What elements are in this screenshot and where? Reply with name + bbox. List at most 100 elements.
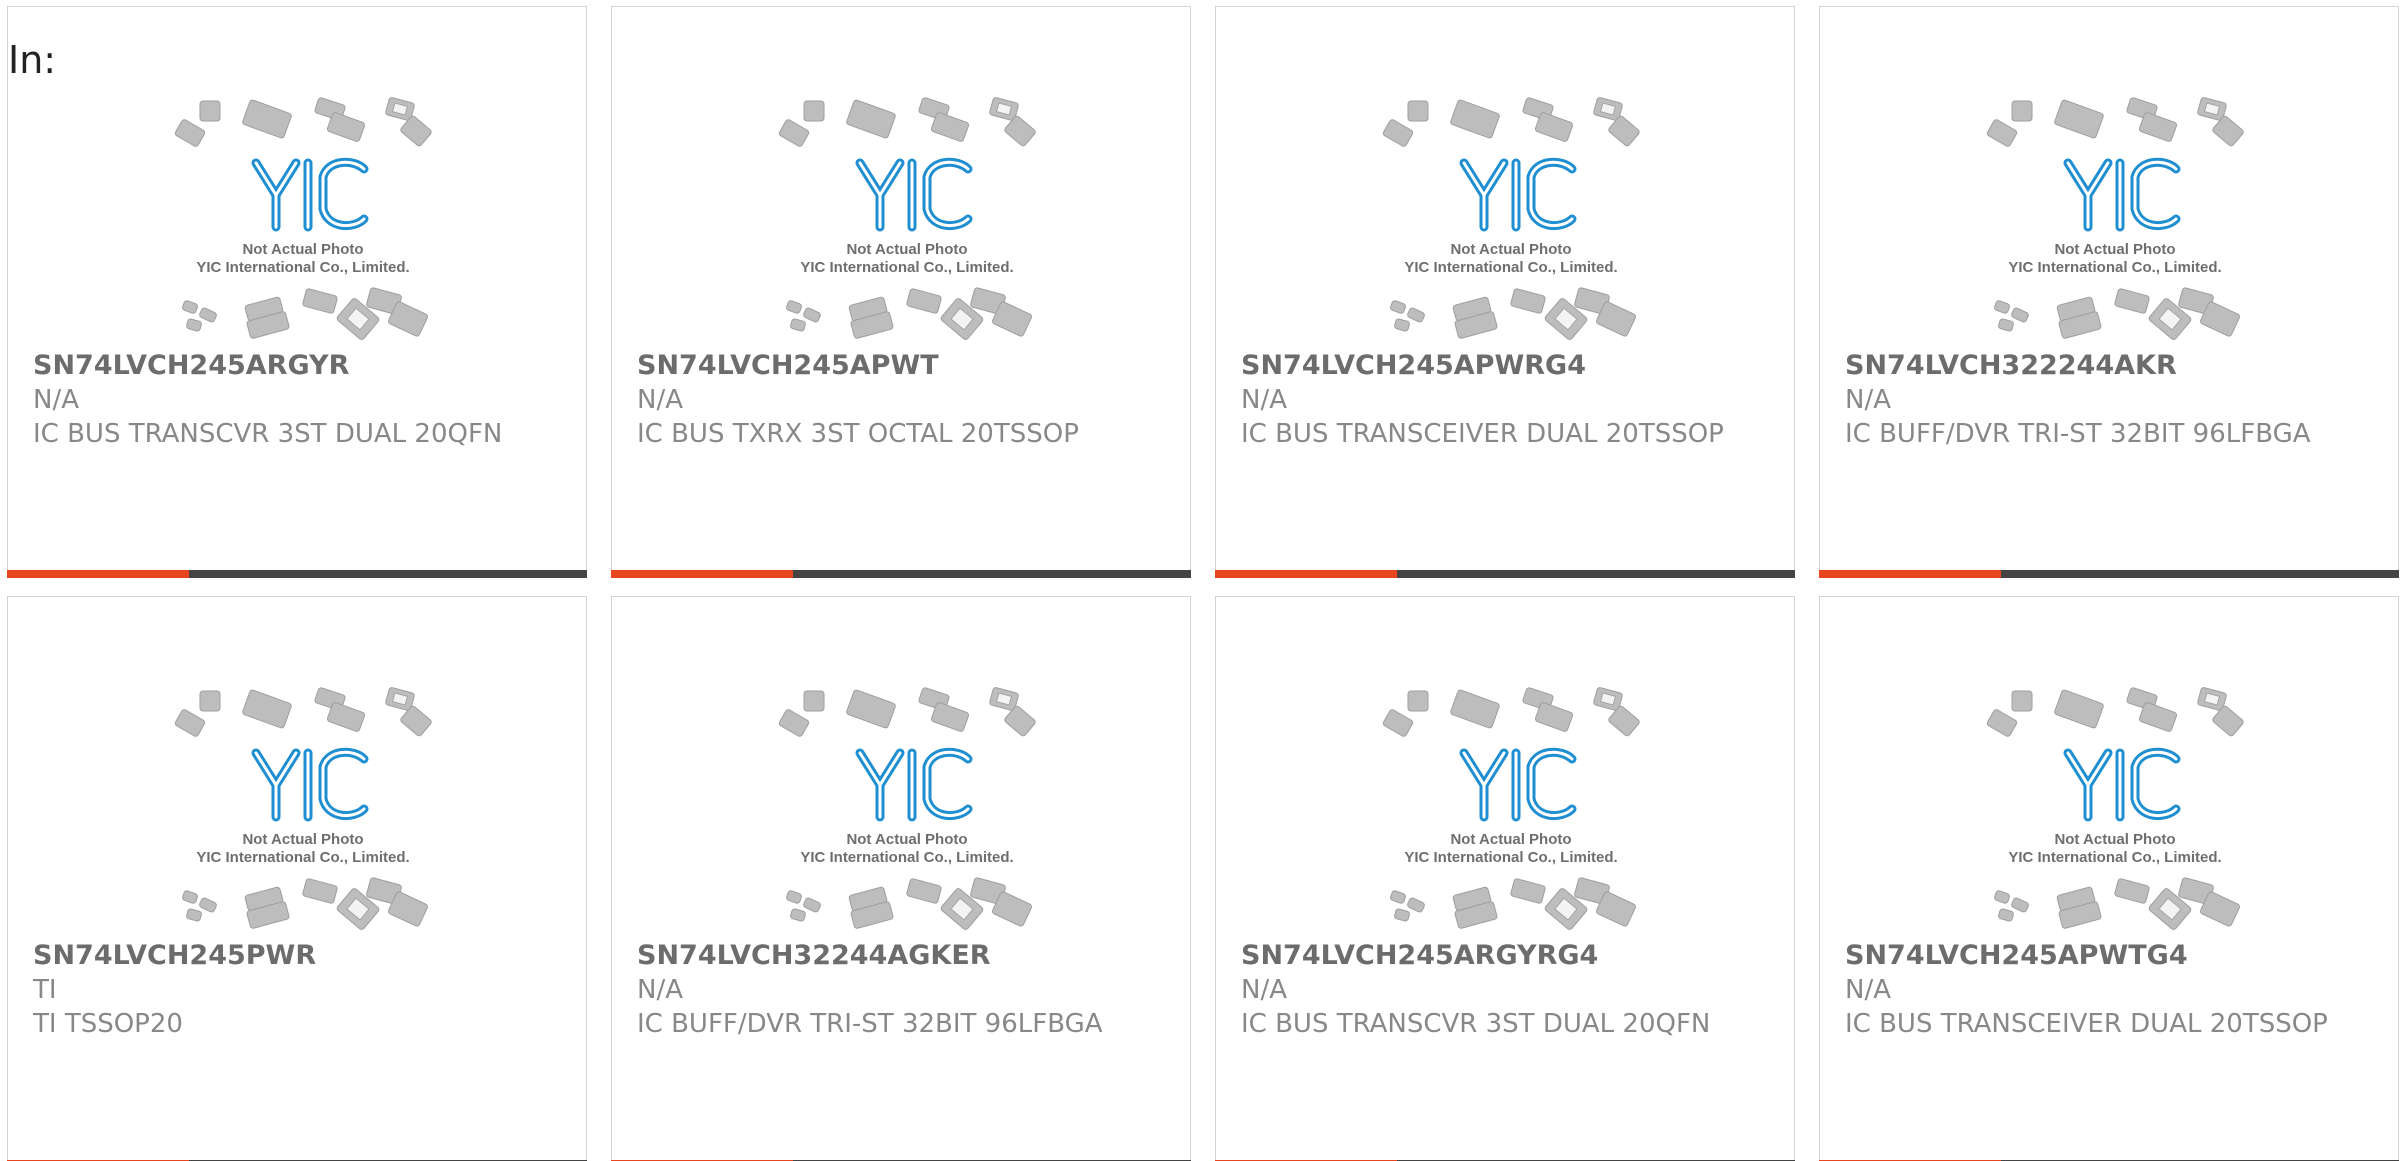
product-info: SN74LVCH245APWT N/A IC BUS TXRX 3ST OCTA… [637,349,1157,451]
chip-packages-top [1986,687,2244,737]
product-card[interactable]: Not Actual Photo YIC International Co., L… [1819,6,2399,578]
card-accent-bar [1215,570,1397,578]
product-thumbnail[interactable]: Not Actual Photo YIC International Co., L… [168,687,438,932]
product-card[interactable]: Not Actual Photo YIC International Co., L… [1215,6,1795,578]
yic-logo-icon [1459,747,1577,822]
yic-placeholder-image: Not Actual PhotoYIC International Co., L… [1382,687,1640,930]
description: IC BUS TRANSCVR 3ST DUAL 20QFN [1241,1009,1711,1039]
description: TI TSSOP20 [33,1009,183,1039]
description: IC BUS TXRX 3ST OCTAL 20TSSOP [637,419,1079,449]
chip-packages-bottom [786,877,1032,930]
product-card[interactable]: Not Actual Photo YIC International Co., L… [7,6,587,578]
description: IC BUS TRANSCVR 3ST DUAL 20QFN [33,419,503,449]
yic-logo-icon [251,157,369,232]
card-accent-bar [611,570,793,578]
yic-logo-icon [2063,747,2181,822]
caption-line-1: Not Actual Photo [242,831,363,848]
chip-packages-bottom [1390,287,1636,340]
product-card[interactable]: Not Actual Photo YIC International Co., L… [7,596,587,1161]
product-thumbnail[interactable]: Not Actual Photo YIC International Co., L… [772,97,1042,342]
yic-placeholder-image: Not Actual PhotoYIC International Co., L… [174,97,432,340]
caption-line-2: YIC International Co., Limited. [800,259,1013,276]
chip-packages-bottom [182,877,428,930]
manufacturer: N/A [1845,385,1891,415]
product-thumbnail[interactable]: Not Actual Photo YIC International Co., L… [1376,97,1646,342]
chip-packages-top [1986,97,2244,147]
caption-line-1: Not Actual Photo [846,241,967,258]
caption-line-2: YIC International Co., Limited. [2008,849,2221,866]
caption-line-1: Not Actual Photo [2054,831,2175,848]
chip-packages-top [778,687,1036,737]
description: IC BUFF/DVR TRI-ST 32BIT 96LFBGA [1845,419,2311,449]
caption-line-2: YIC International Co., Limited. [196,259,409,276]
part-number-link[interactable]: SN74LVCH245PWR [33,939,553,973]
product-thumbnail[interactable]: Not Actual Photo YIC International Co., L… [772,687,1042,932]
caption-line-1: Not Actual Photo [1450,241,1571,258]
yic-placeholder-image: Not Actual PhotoYIC International Co., L… [174,687,432,930]
product-card[interactable]: Not Actual Photo YIC International Co., L… [611,6,1191,578]
chip-packages-bottom [1994,287,2240,340]
product-info: SN74LVCH245PWR TI TI TSSOP20 [33,939,553,1041]
manufacturer: N/A [637,385,683,415]
card-bottom-bar [611,570,1191,578]
part-number-link[interactable]: SN74LVCH245ARGYRG4 [1241,939,1761,973]
product-info: SN74LVCH322244AKR N/A IC BUFF/DVR TRI-ST… [1845,349,2365,451]
chip-packages-bottom [786,287,1032,340]
product-card[interactable]: Not Actual Photo YIC International Co., L… [1819,596,2399,1161]
description: IC BUS TRANSCEIVER DUAL 20TSSOP [1241,419,1724,449]
yic-placeholder-image: Not Actual PhotoYIC International Co., L… [1382,97,1640,340]
caption-line-1: Not Actual Photo [2054,241,2175,258]
part-number-link[interactable]: SN74LVCH245APWT [637,349,1157,383]
yic-logo-icon [855,157,973,232]
part-number-link[interactable]: SN74LVCH245ARGYR [33,349,553,383]
yic-placeholder-image: Not Actual PhotoYIC International Co., L… [1986,687,2244,930]
chip-packages-bottom [1390,877,1636,930]
product-info: SN74LVCH245APWTG4 N/A IC BUS TRANSCEIVER… [1845,939,2365,1041]
chip-packages-top [174,687,432,737]
caption-line-1: Not Actual Photo [1450,831,1571,848]
yic-logo-icon [251,747,369,822]
yic-logo-icon [2063,157,2181,232]
product-thumbnail[interactable]: Not Actual Photo YIC International Co., L… [1980,97,2250,342]
description: IC BUFF/DVR TRI-ST 32BIT 96LFBGA [637,1009,1103,1039]
product-info: SN74LVCH245ARGYRG4 N/A IC BUS TRANSCVR 3… [1241,939,1761,1041]
yic-placeholder-image: Not Actual PhotoYIC International Co., L… [778,687,1036,930]
manufacturer: TI [33,975,57,1005]
yic-placeholder-image: Not Actual PhotoYIC International Co., L… [1986,97,2244,340]
yic-logo-icon [855,747,973,822]
product-card[interactable]: Not Actual Photo YIC International Co., L… [1215,596,1795,1161]
product-card[interactable]: Not Actual Photo YIC International Co., L… [611,596,1191,1161]
part-number-link[interactable]: SN74LVCH245APWTG4 [1845,939,2365,973]
product-thumbnail[interactable]: Not Actual Photo YIC International Co., L… [1980,687,2250,932]
product-info: SN74LVCH32244AGKER N/A IC BUFF/DVR TRI-S… [637,939,1157,1041]
product-grid: Not Actual Photo YIC International Co., L… [7,6,2399,1161]
card-bottom-bar [7,570,587,578]
chip-packages-top [174,97,432,147]
caption-line-2: YIC International Co., Limited. [1404,849,1617,866]
manufacturer: N/A [1241,975,1287,1005]
card-bottom-bar [1215,570,1795,578]
part-number-link[interactable]: SN74LVCH245APWRG4 [1241,349,1761,383]
manufacturer: N/A [637,975,683,1005]
manufacturer: N/A [33,385,79,415]
chip-packages-top [1382,687,1640,737]
yic-placeholder-image: Not Actual PhotoYIC International Co., L… [778,97,1036,340]
part-number-link[interactable]: SN74LVCH322244AKR [1845,349,2365,383]
product-info: SN74LVCH245ARGYR N/A IC BUS TRANSCVR 3ST… [33,349,553,451]
chip-packages-top [1382,97,1640,147]
yic-logo-icon [1459,157,1577,232]
caption-line-1: Not Actual Photo [846,831,967,848]
product-thumbnail[interactable]: Not Actual Photo YIC International Co., L… [168,97,438,342]
caption-line-2: YIC International Co., Limited. [196,849,409,866]
caption-line-2: YIC International Co., Limited. [1404,259,1617,276]
caption-line-2: YIC International Co., Limited. [2008,259,2221,276]
caption-line-2: YIC International Co., Limited. [800,849,1013,866]
part-number-link[interactable]: SN74LVCH32244AGKER [637,939,1157,973]
manufacturer: N/A [1241,385,1287,415]
description: IC BUS TRANSCEIVER DUAL 20TSSOP [1845,1009,2328,1039]
product-thumbnail[interactable]: Not Actual Photo YIC International Co., L… [1376,687,1646,932]
product-grid-page: In: Not Actual Photo YIC International Co… [0,0,2403,1161]
caption-line-1: Not Actual Photo [242,241,363,258]
card-accent-bar [1819,570,2001,578]
in-label: In: [8,38,57,82]
